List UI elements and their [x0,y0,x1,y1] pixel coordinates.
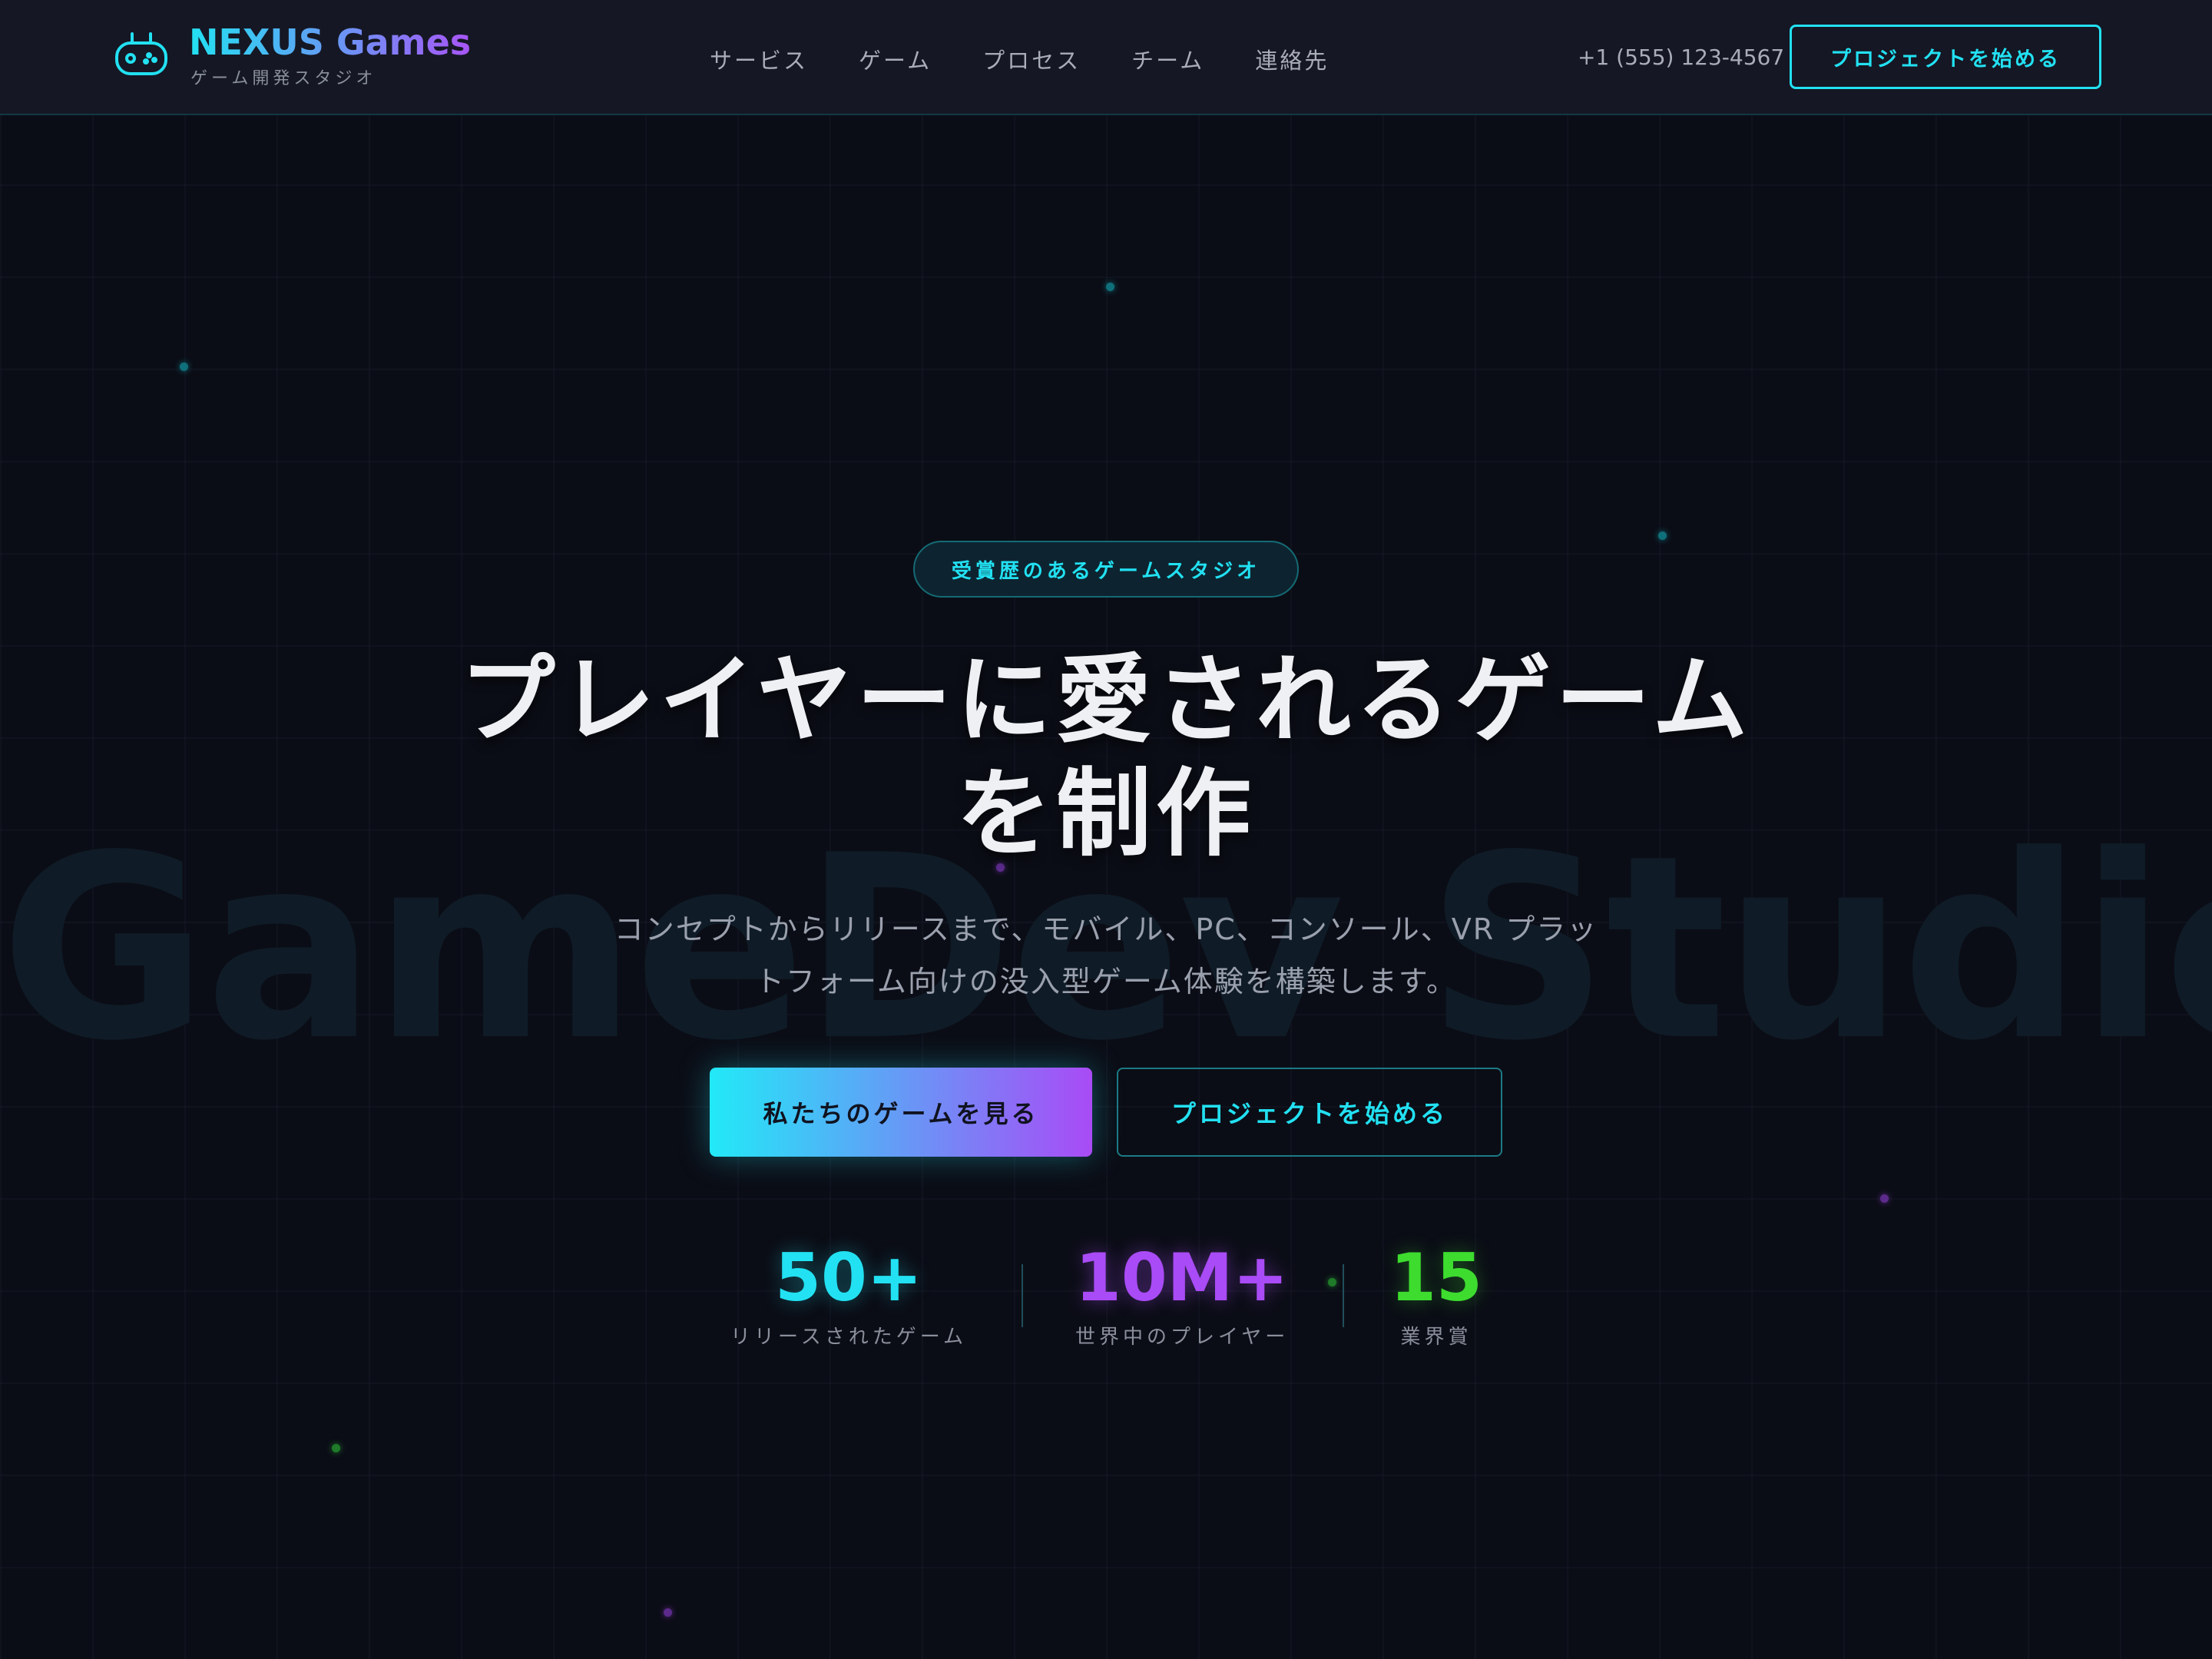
particle-dot [1880,1194,1889,1203]
nav-item-team[interactable]: チーム [1131,43,1204,75]
stat-value: 50+ [775,1240,922,1316]
hero-subtitle: コンセプトからリリースまで、モバイル、PC、コンソール、VR プラッ トフォーム… [599,903,1613,1008]
particle-dot [664,1608,672,1617]
page: GameDev Studio NEXUS Games ゲーム開発スタジオ サービ… [0,0,2212,1659]
start-project-button[interactable]: プロジェクトを始める [1117,1068,1502,1157]
hero-subtitle-line1: コンセプトからリリースまで、モバイル、PC、コンソール、VR プラッ [614,912,1598,946]
nav-item-games[interactable]: ゲーム [859,43,932,75]
brand-tagline: ゲーム開発スタジオ [190,69,377,88]
stat-label: リリースされたゲーム [730,1326,967,1349]
hero-title-line1: プレイヤーに愛されるゲーム [459,645,1753,756]
stat-players: 10M+ 世界中のプレイヤー [1075,1238,1290,1349]
stat-divider [1022,1264,1023,1327]
stat-value: 15 [1390,1240,1482,1316]
brand-name[interactable]: NEXUS Games [189,22,471,63]
nav-item-contact[interactable]: 連絡先 [1255,43,1329,75]
particle-dot [1328,1278,1336,1286]
hero-subtitle-line2: トフォーム向けの没入型ゲーム体験を構築します。 [755,965,1457,998]
nav-item-services[interactable]: サービス [710,43,808,75]
view-games-button[interactable]: 私たちのゲームを見る [710,1068,1092,1157]
particle-dot [1106,283,1114,291]
nav-item-process[interactable]: プロセス [982,43,1081,75]
start-project-header-button[interactable]: プロジェクトを始める [1790,25,2101,89]
hero-title-line2: を制作 [955,759,1256,869]
stat-label: 世界中のプレイヤー [1075,1326,1290,1349]
stat-games-released: 50+ リリースされたゲーム [730,1238,968,1349]
main-nav: サービス ゲーム プロセス チーム 連絡先 [710,43,1329,75]
hero-title: プレイヤーに愛されるゲーム を制作 [338,644,1874,871]
phone-number[interactable]: +1 (555) 123-4567 [1578,45,1784,70]
stat-divider [1343,1264,1344,1327]
particle-dot [332,1444,340,1452]
site-header: NEXUS Games ゲーム開発スタジオ サービス ゲーム プロセス チーム … [0,0,2212,115]
stat-label: 業界賞 [1400,1326,1472,1349]
particle-dot [1658,531,1667,540]
stat-awards: 15 業界賞 [1382,1238,1490,1349]
stat-value: 10M+ [1075,1240,1289,1316]
award-badge: 受賞歴のあるゲームスタジオ [913,541,1299,598]
gamepad-icon[interactable] [114,31,169,78]
particle-dot [180,363,188,371]
